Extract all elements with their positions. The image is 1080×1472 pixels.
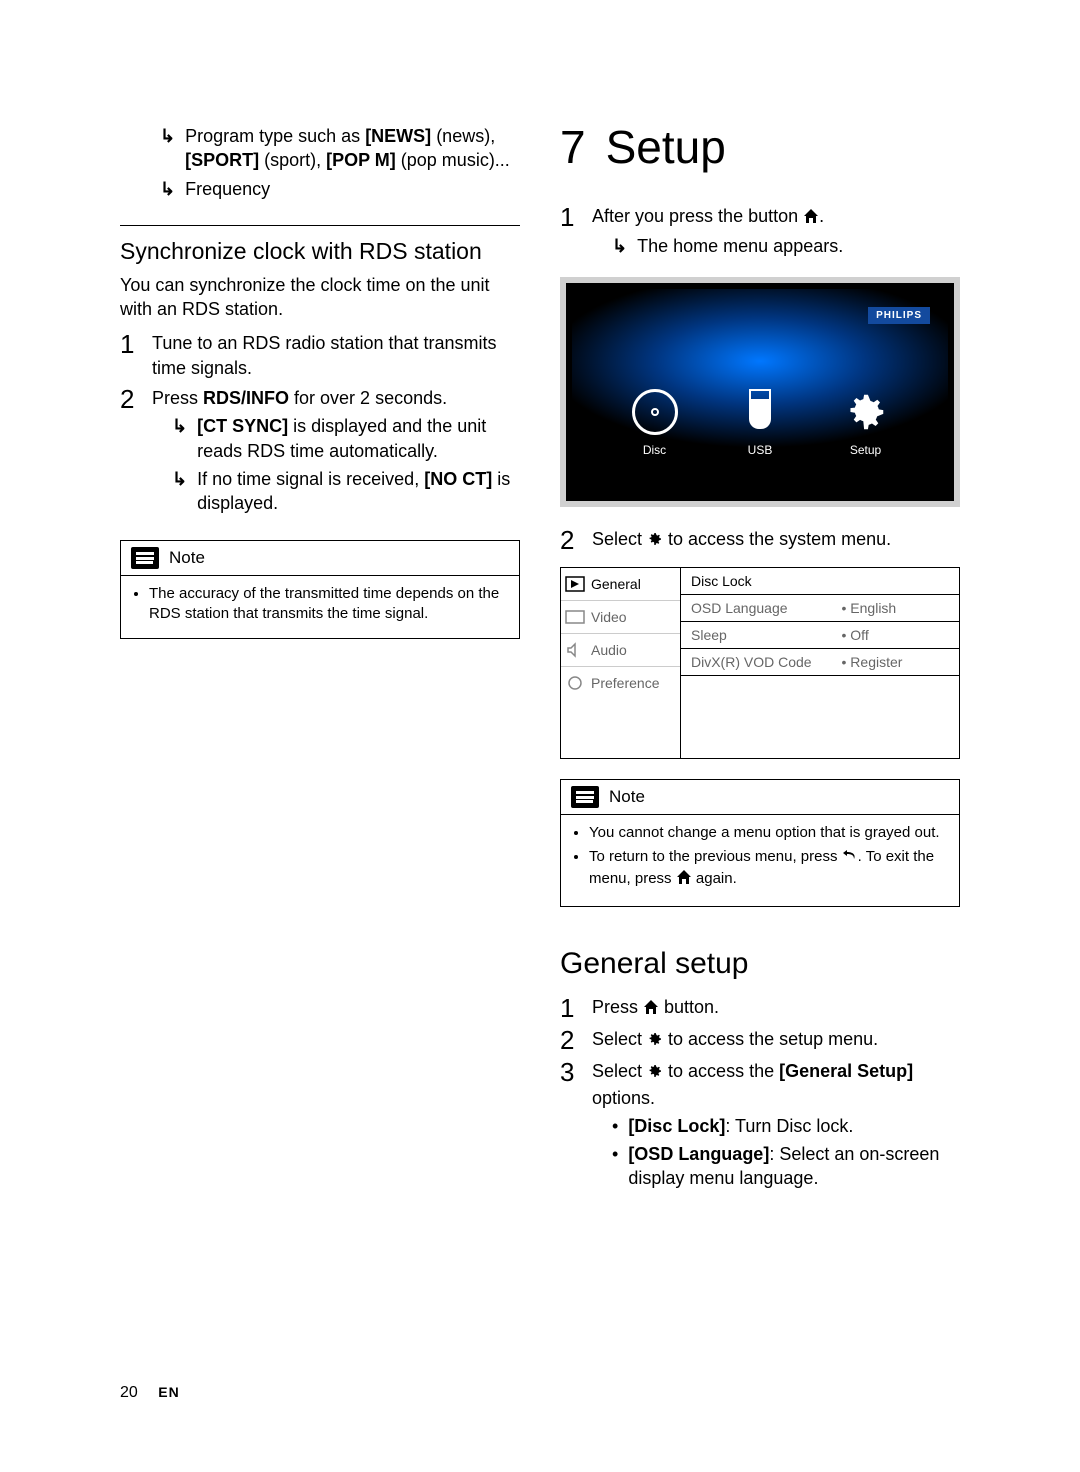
- gs-step-1: 1 Press button.: [560, 995, 960, 1021]
- home-menu-illustration: PHILIPS Disc USB Setup: [560, 277, 960, 507]
- gear-icon: [647, 529, 663, 553]
- step-1: 1 Tune to an RDS radio station that tran…: [120, 331, 520, 380]
- arrow-icon: ↳: [172, 414, 187, 463]
- tv-item-disc: Disc: [632, 389, 678, 457]
- arrow-icon: ↳: [160, 124, 175, 173]
- gs-bullet-osd-language: •[OSD Language]: Select an on-screen dis…: [612, 1142, 960, 1191]
- menu-row-disc-lock: Disc Lock: [681, 568, 959, 595]
- note-item: The accuracy of the transmitted time dep…: [149, 584, 509, 625]
- right-column: 7Setup 1 After you press the button . ↳ …: [560, 120, 960, 1201]
- gear-icon: [647, 1029, 663, 1053]
- setup-step-1: 1 After you press the button . ↳ The hom…: [560, 204, 960, 263]
- arrow-icon: ↳: [160, 177, 175, 201]
- home-icon: [643, 997, 659, 1021]
- menu-row-osd-language: OSD LanguageEnglish: [681, 595, 959, 622]
- gs-bullet-disc-lock: •[Disc Lock]: Turn Disc lock.: [612, 1114, 960, 1138]
- menu-tab-general: General: [561, 568, 680, 601]
- audio-tab-icon: [565, 642, 585, 658]
- general-setup-heading: General setup: [560, 947, 960, 981]
- tv-item-setup: Setup: [843, 389, 889, 457]
- divider: [120, 225, 520, 226]
- bullet-frequency: ↳ Frequency: [160, 177, 520, 201]
- gs-step-2: 2 Select to access the setup menu.: [560, 1027, 960, 1053]
- menu-tab-preference: Preference: [561, 667, 680, 699]
- menu-tab-video: Video: [561, 601, 680, 634]
- note-item: To return to the previous menu, press . …: [589, 847, 949, 892]
- left-column: ↳ Program type such as [NEWS] (news), [S…: [120, 120, 520, 1201]
- bullet-program-type: ↳ Program type such as [NEWS] (news), [S…: [160, 124, 520, 173]
- arrow-icon: ↳: [612, 234, 627, 258]
- usb-icon: [737, 389, 783, 435]
- page-footer: 20 EN: [120, 1384, 180, 1402]
- home-icon: [676, 869, 692, 891]
- gear-icon: [843, 389, 889, 435]
- menu-row-divx: DivX(R) VOD CodeRegister: [681, 649, 959, 676]
- sync-clock-heading: Synchronize clock with RDS station: [120, 238, 520, 265]
- note-icon: [131, 547, 159, 569]
- lang-label: EN: [158, 1384, 179, 1400]
- system-menu-illustration: General Video Audio Preference Disc Lock…: [560, 567, 960, 759]
- general-tab-icon: [565, 576, 585, 592]
- video-tab-icon: [565, 609, 585, 625]
- note-icon: [571, 786, 599, 808]
- note-label: Note: [169, 548, 205, 568]
- step-2: 2 Press RDS/INFO for over 2 seconds. ↳ […: [120, 386, 520, 519]
- gs-step-3: 3 Select to access the [General Setup] o…: [560, 1059, 960, 1194]
- arrow-icon: ↳: [172, 467, 187, 516]
- preference-tab-icon: [565, 675, 585, 691]
- chapter-heading: 7Setup: [560, 120, 960, 174]
- note-label: Note: [609, 787, 645, 807]
- menu-tab-audio: Audio: [561, 634, 680, 667]
- page-number: 20: [120, 1384, 138, 1401]
- tv-item-usb: USB: [737, 389, 783, 457]
- gear-icon: [647, 1061, 663, 1085]
- substep-no-ct: ↳ If no time signal is received, [NO CT]…: [172, 467, 520, 516]
- note-box-right: Note You cannot change a menu option tha…: [560, 779, 960, 907]
- disc-icon: [632, 389, 678, 435]
- sync-clock-intro: You can synchronize the clock time on th…: [120, 273, 520, 322]
- menu-row-sleep: SleepOff: [681, 622, 959, 649]
- note-box-left: Note The accuracy of the transmitted tim…: [120, 540, 520, 640]
- setup-step-1-sub: ↳ The home menu appears.: [612, 234, 960, 258]
- substep-ct-sync: ↳ [CT SYNC] is displayed and the unit re…: [172, 414, 520, 463]
- home-icon: [803, 206, 819, 230]
- philips-logo: PHILIPS: [868, 307, 930, 324]
- note-item: You cannot change a menu option that is …: [589, 823, 949, 843]
- setup-step-2: 2 Select to access the system menu.: [560, 527, 960, 553]
- back-icon: [842, 847, 858, 869]
